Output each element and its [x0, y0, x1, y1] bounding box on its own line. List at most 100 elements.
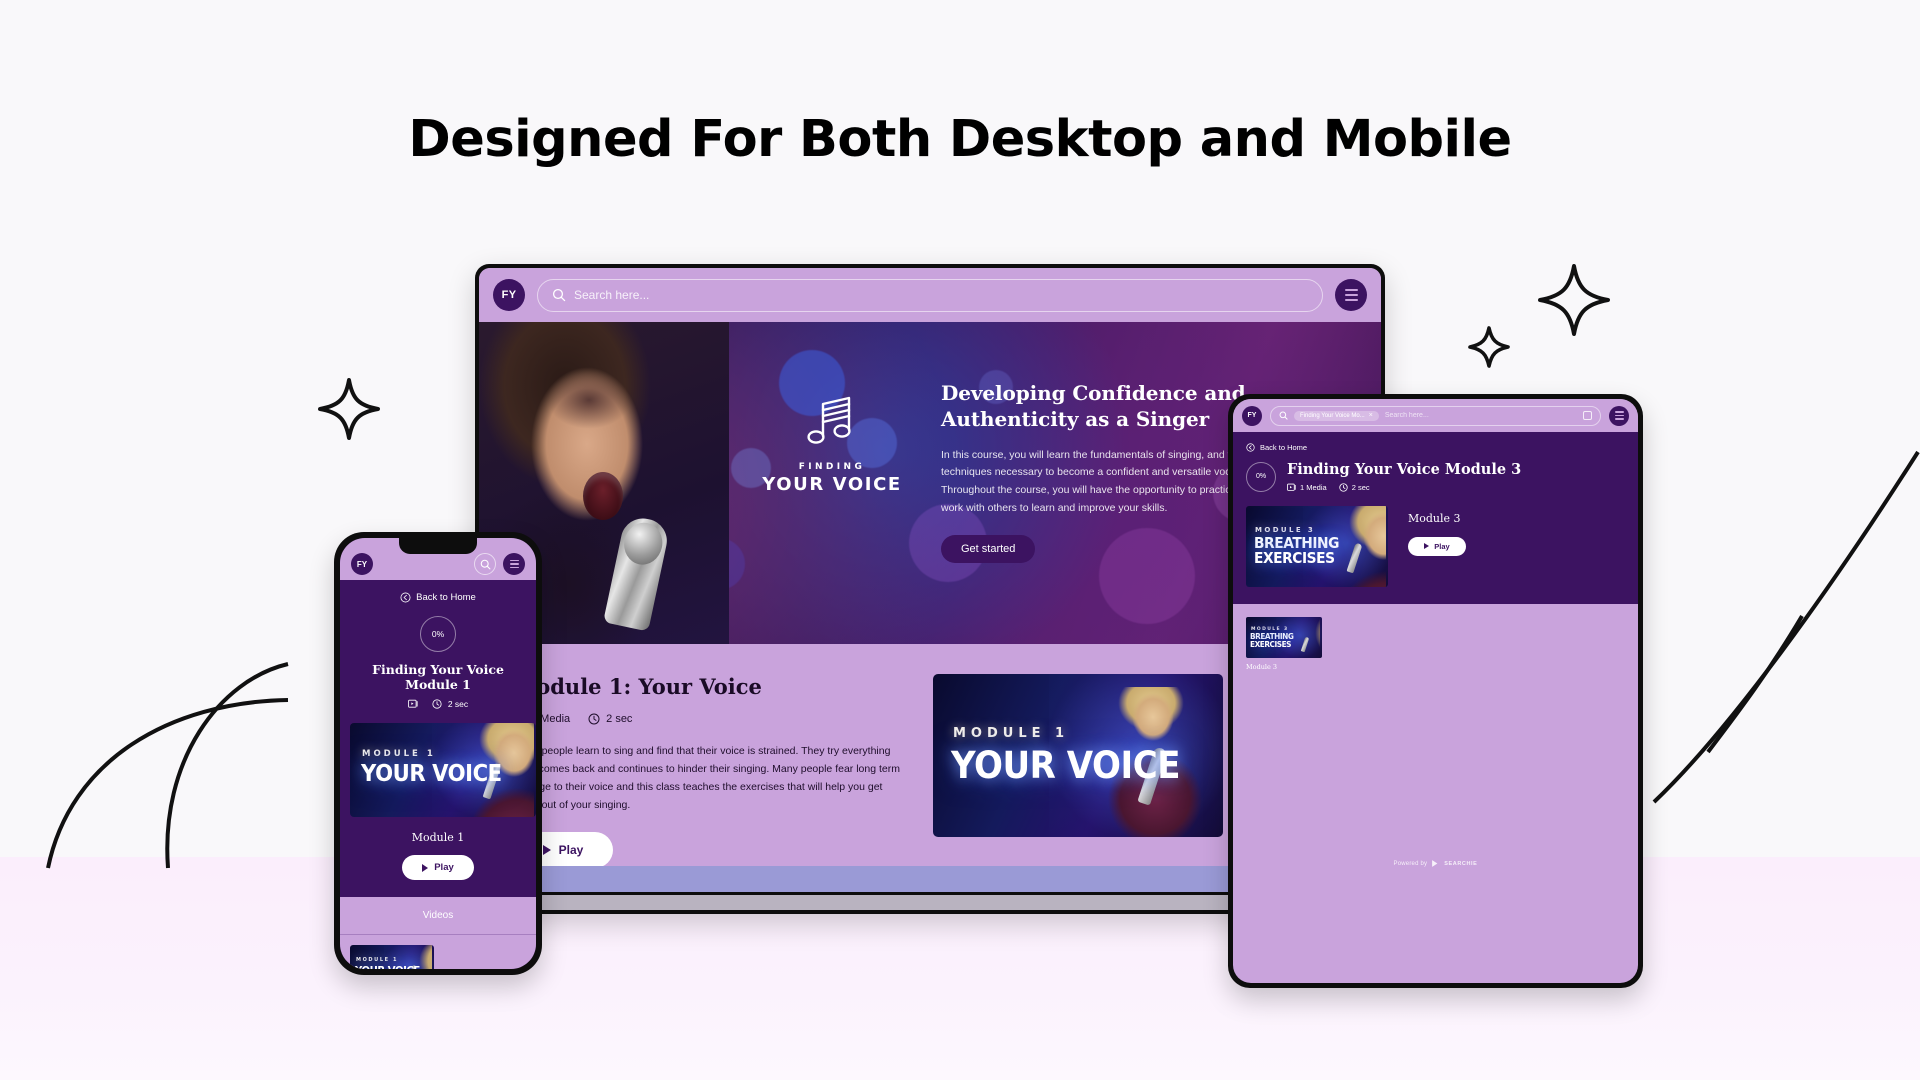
duration-text: 2 sec [447, 699, 469, 709]
course-title: Finding Your Voice Module 3 [1287, 461, 1522, 478]
tablet-screen: FY Finding Your Voice Mo... × Search her… [1233, 399, 1638, 983]
play-label: Play [558, 843, 584, 858]
list-item[interactable]: MODULE 1 YOUR VOICE [350, 945, 434, 969]
desktop-topbar: FY Search here... [479, 268, 1381, 322]
list-item-name: Module 3 [1246, 663, 1278, 671]
logo-line-2: YOUR VOICE [762, 474, 902, 495]
media-icon [1287, 483, 1296, 492]
module-details: Module 1: Your Voice 1 Media 2 sec Many … [513, 674, 903, 874]
play-button-wrap: Play [350, 855, 526, 897]
search-placeholder-text: Search here... [574, 288, 650, 302]
card-module-title: YOUR VOICE [951, 744, 1181, 787]
play-icon [1424, 543, 1430, 549]
avatar[interactable]: FY [1242, 405, 1262, 426]
clock-icon [1339, 483, 1348, 492]
module-thumbnail-card[interactable]: MODULE 1 YOUR VOICE [933, 674, 1223, 837]
module-thumbnail-card[interactable]: MODULE 3 BREATHING EXERCISES [1246, 506, 1388, 587]
duration-text: 2 sec [606, 713, 633, 725]
search-icon[interactable] [474, 553, 496, 575]
list-item-title-line-2: EXERCISES [1250, 640, 1292, 650]
play-label: Play [1434, 541, 1450, 551]
progress-value: 0% [431, 629, 445, 639]
tablet-mockup: FY Finding Your Voice Mo... × Search her… [1228, 394, 1643, 988]
back-arrow-icon [400, 592, 411, 603]
hero-heading: Developing Confidence and Authenticity a… [941, 381, 1246, 432]
close-icon[interactable]: × [1369, 412, 1373, 419]
music-note-icon [807, 396, 851, 444]
card-module-label: MODULE 1 [362, 749, 436, 759]
clock-icon [588, 713, 600, 725]
search-input[interactable]: Finding Your Voice Mo... × Search here..… [1270, 405, 1601, 426]
module-heading: Module 1: Your Voice [513, 674, 762, 699]
search-icon [552, 288, 566, 302]
play-label: Play [434, 862, 454, 873]
powered-by-label: Powered by [1393, 860, 1428, 867]
duration: 2 sec [588, 713, 632, 725]
phone-screen: FY Back to Home 0% Finding Your Voice Mo… [340, 538, 536, 969]
clear-icon[interactable] [1583, 411, 1592, 420]
duration: 2 sec [1339, 483, 1370, 492]
logo-line-1: FINDING [798, 462, 866, 472]
sparkle-icon-large [1538, 264, 1610, 336]
videos-tab[interactable]: Videos [340, 897, 536, 935]
hero-copy: Developing Confidence and Authenticity a… [941, 380, 1271, 564]
hamburger-icon[interactable] [503, 553, 525, 575]
hero-body: In this course, you will learn the funda… [941, 448, 1257, 514]
list-item-title: YOUR VOICE [355, 964, 420, 969]
decorative-arcs-left [46, 662, 289, 869]
avatar[interactable]: FY [493, 279, 525, 311]
back-label: Back to Home [416, 592, 476, 603]
search-input[interactable]: Search here... [537, 278, 1323, 312]
tablet-content-dark: Back to Home 0% Finding Your Voice Modul… [1233, 432, 1638, 604]
search-filter-chip[interactable]: Finding Your Voice Mo... × [1294, 410, 1379, 421]
module-meta: 1 Media 2 sec [513, 713, 903, 725]
sparkle-icon-small [1468, 326, 1510, 368]
media-count: 1 Media [1287, 483, 1327, 492]
module-body: Many people learn to sing and find that … [513, 745, 900, 812]
card-title-line-2: EXERCISES [1254, 549, 1335, 568]
tablet-course-headings: Finding Your Voice Module 3 1 Media 2 se… [1287, 461, 1521, 492]
clock-icon [432, 699, 442, 709]
progress-ring: 0% [1246, 461, 1276, 492]
hamburger-icon[interactable] [1609, 405, 1629, 426]
tablet-topbar: FY Finding Your Voice Mo... × Search her… [1233, 399, 1638, 432]
phone-notch [399, 538, 477, 554]
get-started-button[interactable]: Get started [941, 535, 1036, 564]
video-list: MODULE 1 YOUR VOICE [340, 935, 536, 969]
duration: 2 sec [432, 699, 468, 709]
page-root: Designed For Both Desktop and Mobile FY … [0, 0, 1920, 1080]
list-item-label: MODULE 1 [356, 957, 399, 963]
hamburger-icon[interactable] [1335, 279, 1367, 311]
decorative-lines-right [1652, 450, 1920, 804]
play-button[interactable]: Play [1408, 536, 1466, 556]
avatar[interactable]: FY [351, 553, 373, 575]
duration-text: 2 sec [1351, 483, 1370, 492]
play-button[interactable]: Play [402, 855, 474, 880]
progress-value: 0% [1255, 473, 1267, 480]
tablet-module-info: Module 3 Play [1408, 506, 1466, 556]
module-thumbnail-card[interactable]: MODULE 1 YOUR VOICE [350, 723, 536, 817]
card-module-title: YOUR VOICE [361, 761, 502, 787]
finding-your-voice-logo: FINDING YOUR VOICE [757, 396, 907, 495]
course-title: Finding Your Voice Module 1 [372, 662, 504, 692]
phone-mockup: FY Back to Home 0% Finding Your Voice Mo… [334, 532, 542, 975]
back-arrow-icon [1246, 443, 1255, 452]
play-icon [422, 863, 429, 872]
search-placeholder-text: Search here... [1384, 412, 1429, 419]
list-item[interactable]: MODULE 3 BREATHING EXERCISES [1246, 617, 1322, 658]
progress-ring: 0% [420, 616, 456, 652]
course-meta: 1 Media 2 sec [1287, 483, 1521, 492]
powered-by-brand: SEARCHIE [1444, 860, 1478, 867]
module-name: Module 1 [411, 831, 465, 844]
back-to-home-link[interactable]: Back to Home [350, 592, 526, 603]
searchie-logo-icon [1431, 859, 1440, 868]
back-to-home-link[interactable]: Back to Home [1246, 443, 1625, 452]
tablet-module-row: MODULE 3 BREATHING EXERCISES Module 3 Pl… [1246, 506, 1625, 587]
card-module-title: BREATHING EXERCISES [1254, 535, 1339, 568]
card-module-label: MODULE 1 [953, 726, 1070, 741]
list-item-title: BREATHING EXERCISES [1250, 632, 1294, 650]
back-label: Back to Home [1260, 443, 1308, 452]
module-name: Module 3 [1408, 512, 1461, 525]
play-icon [542, 845, 551, 856]
phone-content: Back to Home 0% Finding Your Voice Modul… [340, 580, 536, 897]
